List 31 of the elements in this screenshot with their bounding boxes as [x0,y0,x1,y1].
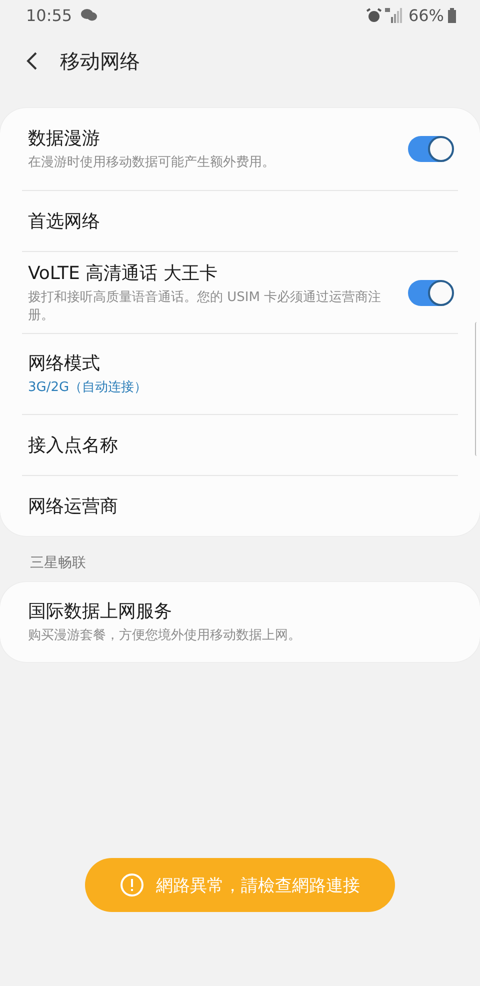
toast-message: 網路異常，請檢查網路連接 [156,874,360,896]
battery-percent: 66% [408,6,444,24]
page-title: 移动网络 [60,48,140,74]
battery-icon [448,8,456,22]
setting-row[interactable]: 接入点名称 [22,414,458,475]
setting-row[interactable]: 网络模式 3G/2G（自动连接） [22,333,458,414]
setting-row[interactable]: VoLTE 高清通话 大王卡 拨打和接听高质量语音通话。您的 USIM 卡必须通过运营商注册。 [22,251,458,333]
setting-value: 3G/2G（自动连接） [28,379,148,397]
status-time: 10:55 [26,6,72,24]
setting-title: 网络模式 [28,352,101,375]
setting-row[interactable]: 首选网络 [22,190,458,251]
setting-description: 在漫游时使用移动数据可能产生额外费用。 [28,154,276,172]
setting-title: 国际数据上网服务 [28,600,173,623]
chat-icon [80,8,98,22]
setting-title: 网络运营商 [28,495,119,518]
setting-title: 首选网络 [28,210,101,233]
setting-description: 拨打和接听高质量语音通话。您的 USIM 卡必须通过运营商注册。 [28,288,382,324]
warning-icon [120,873,144,897]
setting-row[interactable]: 数据漫游 在漫游时使用移动数据可能产生额外费用。 [22,108,458,190]
setting-title: 数据漫游 [28,127,101,150]
setting-title: VoLTE 高清通话 大王卡 [28,262,218,284]
setting-description: 购买漫游套餐，方便您境外使用移动数据上网。 [28,627,302,645]
setting-row[interactable]: 国际数据上网服务 购买漫游套餐，方便您境外使用移动数据上网。 [22,582,458,662]
toggle-switch[interactable] [408,280,452,306]
toggle-switch[interactable] [408,136,452,162]
back-icon[interactable] [26,51,38,71]
section-title: 三星畅联 [29,554,87,572]
alarm-icon [366,8,382,22]
signal-icon [385,8,404,22]
setting-row[interactable]: 网络运营商 [22,475,458,536]
setting-title: 接入点名称 [28,434,119,457]
